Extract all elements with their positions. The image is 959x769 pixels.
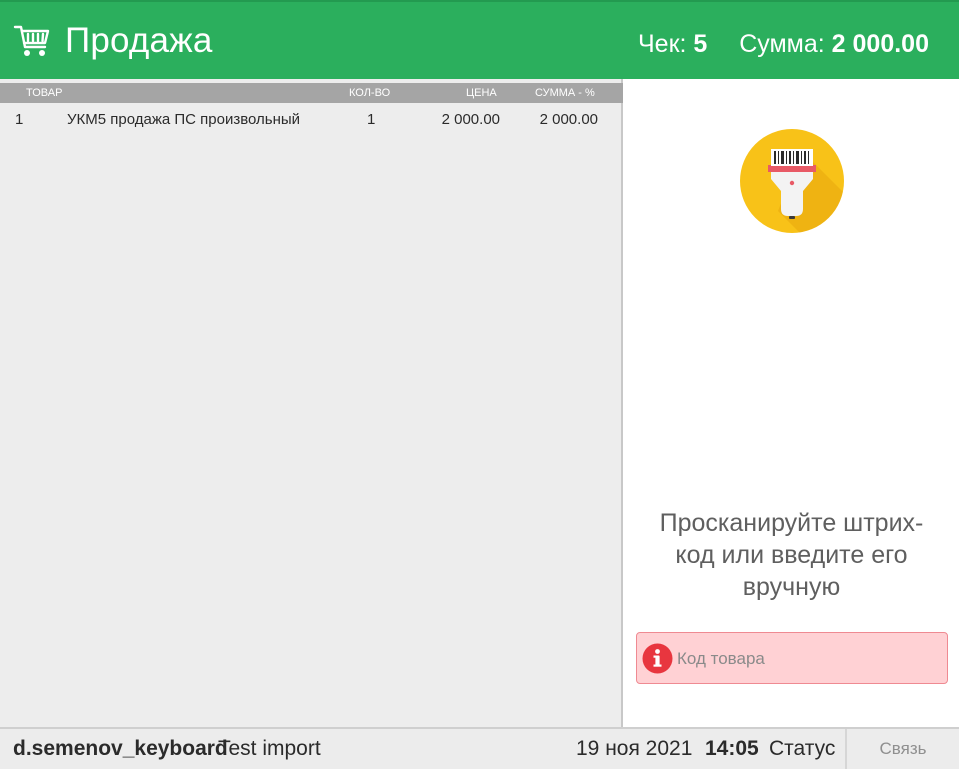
current-date: 19 ноя 2021	[576, 737, 693, 760]
sum-value: 2 000.00	[831, 30, 929, 58]
receipt-totals: Чек: 5 Сумма: 2 000.00	[638, 28, 929, 60]
receipt-number: 5	[693, 30, 708, 58]
row-quantity: 1	[367, 111, 376, 128]
column-header-sum: СУММА - %	[535, 87, 595, 99]
row-number: 1	[15, 111, 24, 128]
product-code-input[interactable]	[677, 645, 937, 673]
scan-prompt: Просканируйте штрих-код или введите его …	[659, 509, 924, 601]
cashier-name: d.semenov_keyboard	[13, 737, 228, 760]
receipt-panel: ТОВАР КОЛ-ВО ЦЕНА СУММА - % 1 УКМ5 прода…	[0, 79, 623, 727]
receipt-label: Чек:	[638, 30, 687, 58]
product-code-field[interactable]	[636, 632, 948, 684]
shopping-cart-icon	[13, 25, 50, 56]
column-header-product: ТОВАР	[26, 87, 63, 99]
sum-label: Сумма:	[739, 30, 825, 58]
page-title: Продажа	[65, 21, 213, 60]
table-header: ТОВАР КОЛ-ВО ЦЕНА СУММА - %	[0, 83, 623, 103]
connection-button[interactable]: Связь	[845, 729, 959, 769]
column-header-quantity: КОЛ-ВО	[349, 87, 391, 99]
status-bar: d.semenov_keyboard Test import 19 ноя 20…	[0, 727, 959, 769]
status-label[interactable]: Статус	[769, 731, 835, 767]
row-price: 2 000.00	[441, 111, 500, 128]
table-row[interactable]: 1 УКМ5 продажа ПС произвольный 1 2 000.0…	[0, 109, 623, 131]
header-bar: Продажа Чек: 5 Сумма: 2 000.00	[0, 0, 959, 79]
current-time: 14:05	[705, 737, 759, 760]
column-header-price: ЦЕНА	[466, 87, 497, 99]
store-name: Test import	[218, 737, 321, 760]
scan-panel: Просканируйте штрих-код или введите его …	[625, 79, 959, 727]
row-sum: 2 000.00	[539, 111, 598, 128]
barcode-scanner-icon	[740, 129, 844, 233]
row-product-name: УКМ5 продажа ПС произвольный	[67, 111, 301, 128]
info-icon	[642, 643, 673, 674]
